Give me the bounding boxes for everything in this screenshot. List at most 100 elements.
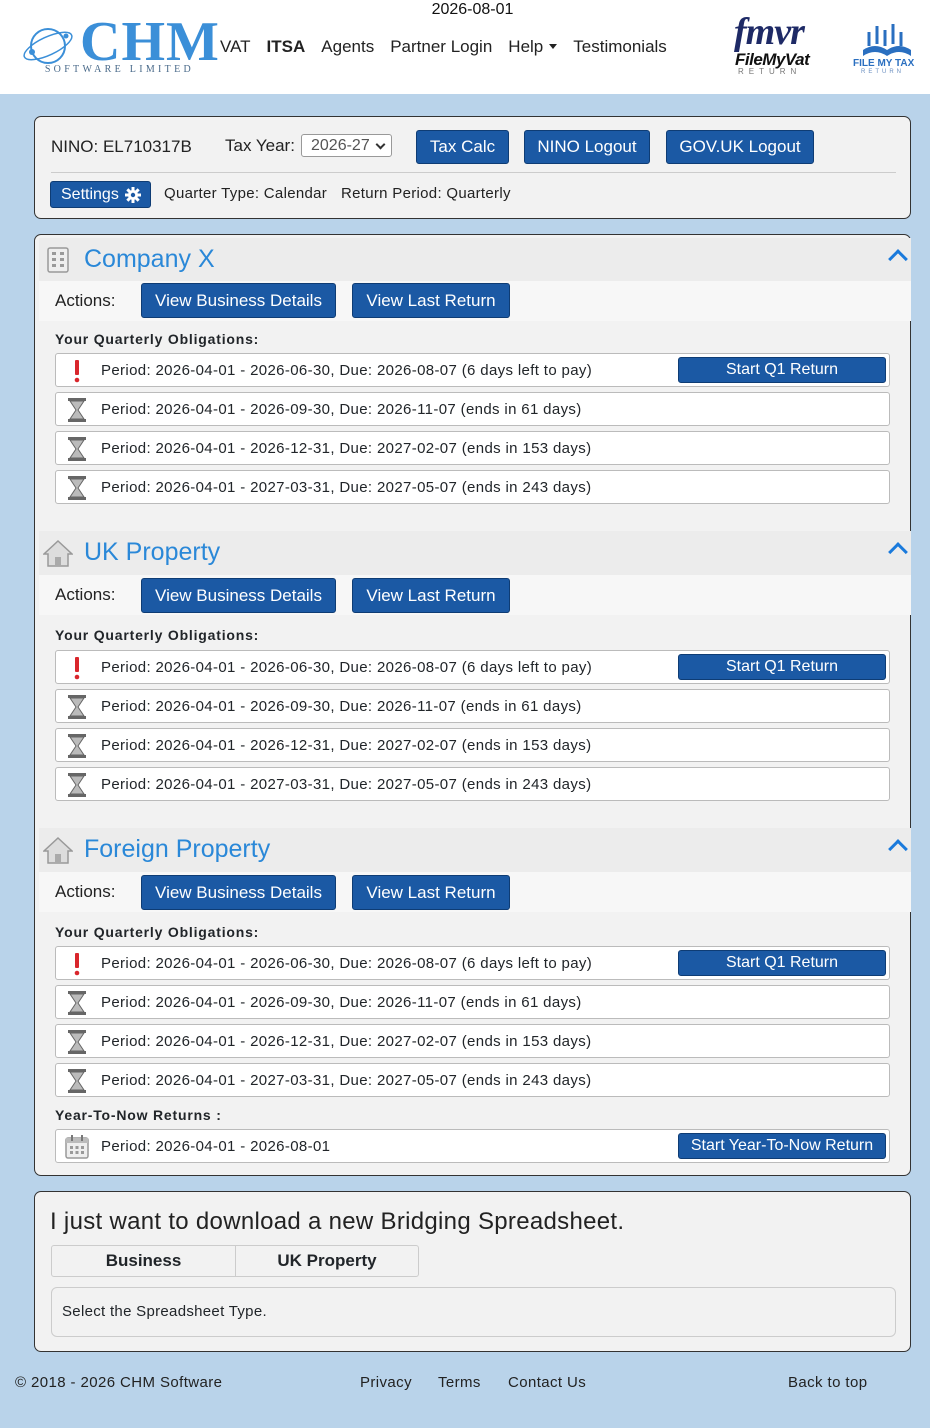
spreadsheet-hint: Select the Spreadsheet Type. (62, 1303, 267, 1320)
back-to-top-link[interactable]: Back to top (788, 1374, 867, 1391)
settings-button[interactable]: Settings (50, 181, 151, 208)
obligation-text: Period: 2026-04-01 - 2026-09-30, Due: 20… (101, 994, 582, 1011)
view-business-details-button[interactable]: View Business Details (141, 875, 336, 910)
obligation-text: Period: 2026-04-01 - 2026-06-30, Due: 20… (101, 955, 593, 972)
session-toolbar: NINO: EL710317B Tax Year: 2026-27 Tax Ca… (34, 116, 911, 219)
gov-logout-button[interactable]: GOV.UK Logout (666, 130, 814, 164)
obligation-text: Period: 2026-04-01 - 2026-12-31, Due: 20… (101, 440, 592, 457)
footer-contact-link[interactable]: Contact Us (508, 1374, 586, 1391)
obligation-row: Period: 2026-04-01 - 2026-09-30, Due: 20… (55, 392, 890, 426)
house-icon (43, 539, 73, 567)
footer-terms-link[interactable]: Terms (438, 1374, 481, 1391)
actions-bar: Actions: View Business Details View Last… (39, 872, 911, 912)
actions-bar: Actions: View Business Details View Last… (39, 281, 911, 321)
obligation-row: Period: 2026-04-01 - 2026-06-30, Due: 20… (55, 650, 890, 684)
obligation-row: Period: 2026-04-01 - 2026-12-31, Due: 20… (55, 1024, 890, 1058)
ytn-text: Period: 2026-04-01 - 2026-08-01 (101, 1138, 331, 1155)
actions-bar: Actions: View Business Details View Last… (39, 575, 911, 615)
view-business-details-button[interactable]: View Business Details (141, 283, 336, 318)
obligation-text: Period: 2026-04-01 - 2027-03-31, Due: 20… (101, 776, 592, 793)
filemyvat-logo[interactable]: fmvr FileMyVat RETURN (734, 11, 824, 78)
gear-icon (125, 187, 141, 203)
site-header: 2026-08-01 CHM SOFTWARE LIMITED VAT ITSA… (0, 0, 930, 94)
business-header-company-x[interactable]: Company X (39, 238, 911, 282)
obligation-text: Period: 2026-04-01 - 2026-09-30, Due: 20… (101, 401, 582, 418)
hourglass-icon (68, 476, 86, 500)
obligation-row: Period: 2026-04-01 - 2026-12-31, Due: 20… (55, 431, 890, 465)
tax-year-select[interactable]: 2026-27 (301, 134, 392, 157)
obligation-row: Period: 2026-04-01 - 2027-03-31, Due: 20… (55, 470, 890, 504)
exclamation-icon (74, 953, 80, 976)
nav-itsa[interactable]: ITSA (267, 37, 306, 57)
bridging-title: I just want to download a new Bridging S… (50, 1208, 625, 1235)
obligation-text: Period: 2026-04-01 - 2026-12-31, Due: 20… (101, 737, 592, 754)
nav-partner-login[interactable]: Partner Login (390, 37, 492, 57)
nino-logout-button[interactable]: NINO Logout (524, 130, 650, 164)
nav-vat[interactable]: VAT (220, 37, 251, 57)
business-title: Company X (84, 245, 215, 273)
actions-label: Actions: (55, 882, 116, 901)
view-last-return-button[interactable]: View Last Return (352, 578, 510, 613)
filemytax-sub: RETURN (861, 69, 904, 75)
logo-subtitle: SOFTWARE LIMITED (44, 64, 194, 75)
businesses-card: Company X Actions: View Business Details… (34, 234, 911, 1176)
filemytax-logo[interactable]: FILE MY TAX RETURN (851, 20, 921, 75)
business-header-uk-property[interactable]: UK Property (39, 531, 911, 575)
actions-label: Actions: (55, 291, 116, 310)
chevron-up-icon[interactable] (888, 542, 908, 562)
ytn-row: Period: 2026-04-01 - 2026-08-01 Start Ye… (55, 1129, 890, 1163)
view-last-return-button[interactable]: View Last Return (352, 875, 510, 910)
actions-label: Actions: (55, 585, 116, 604)
obligation-text: Period: 2026-04-01 - 2026-06-30, Due: 20… (101, 659, 593, 676)
start-q1-return-button[interactable]: Start Q1 Return (678, 654, 886, 680)
start-q1-return-button[interactable]: Start Q1 Return (678, 950, 886, 976)
bridging-card: I just want to download a new Bridging S… (34, 1191, 911, 1352)
nav-testimonials[interactable]: Testimonials (573, 37, 667, 57)
obligation-text: Period: 2026-04-01 - 2027-03-31, Due: 20… (101, 1072, 592, 1089)
tab-uk-property[interactable]: UK Property (236, 1246, 418, 1276)
toolbar-divider (51, 172, 896, 173)
obligation-text: Period: 2026-04-01 - 2026-06-30, Due: 20… (101, 362, 593, 379)
nav-agents[interactable]: Agents (321, 37, 374, 57)
obligation-row: Period: 2026-04-01 - 2026-09-30, Due: 20… (55, 689, 890, 723)
start-q1-return-button[interactable]: Start Q1 Return (678, 357, 886, 383)
tab-business[interactable]: Business (52, 1246, 235, 1276)
house-icon (43, 836, 73, 864)
chevron-up-icon[interactable] (888, 839, 908, 859)
obligation-text: Period: 2026-04-01 - 2027-03-31, Due: 20… (101, 479, 592, 496)
view-last-return-button[interactable]: View Last Return (352, 283, 510, 318)
obligations-label: Your Quarterly Obligations: (55, 331, 260, 347)
hourglass-icon (68, 734, 86, 758)
filemytax-name: FILE MY TAX (853, 58, 915, 69)
start-ytn-return-button[interactable]: Start Year-To-Now Return (678, 1133, 886, 1159)
nino-text: NINO: EL710317B (51, 137, 192, 156)
business-title: Foreign Property (84, 835, 271, 863)
nav-help[interactable]: Help (508, 37, 558, 57)
hourglass-icon (68, 398, 86, 422)
view-business-details-button[interactable]: View Business Details (141, 578, 336, 613)
obligation-text: Period: 2026-04-01 - 2026-12-31, Due: 20… (101, 1033, 592, 1050)
spreadsheet-type-tabs: Business UK Property (51, 1245, 419, 1277)
obligation-row: Period: 2026-04-01 - 2027-03-31, Due: 20… (55, 1063, 890, 1097)
nav-help-label: Help (508, 37, 544, 56)
chevron-up-icon[interactable] (888, 249, 908, 269)
obligations-label: Your Quarterly Obligations: (55, 627, 260, 643)
tax-calc-button[interactable]: Tax Calc (416, 130, 509, 164)
logo-wordmark: CHM (80, 11, 220, 73)
hourglass-icon (68, 773, 86, 797)
caret-down-icon (549, 44, 558, 49)
obligation-text: Period: 2026-04-01 - 2026-09-30, Due: 20… (101, 698, 582, 715)
chm-logo[interactable]: CHM SOFTWARE LIMITED (22, 12, 219, 78)
calendar-icon (65, 1135, 89, 1159)
ytn-returns-label: Year-To-Now Returns : (55, 1107, 222, 1123)
business-header-foreign-property[interactable]: Foreign Property (39, 828, 911, 872)
obligations-label: Your Quarterly Obligations: (55, 924, 260, 940)
obligation-row: Period: 2026-04-01 - 2027-03-31, Due: 20… (55, 767, 890, 801)
footer-privacy-link[interactable]: Privacy (360, 1374, 412, 1391)
spreadsheet-type-panel: Select the Spreadsheet Type. (51, 1287, 896, 1337)
chevron-down-icon (375, 139, 386, 150)
filemyvat-sub: RETURN (738, 67, 802, 76)
hourglass-icon (68, 1030, 86, 1054)
quarter-type-text: Quarter Type: Calendar (164, 185, 328, 202)
hourglass-icon (68, 991, 86, 1015)
